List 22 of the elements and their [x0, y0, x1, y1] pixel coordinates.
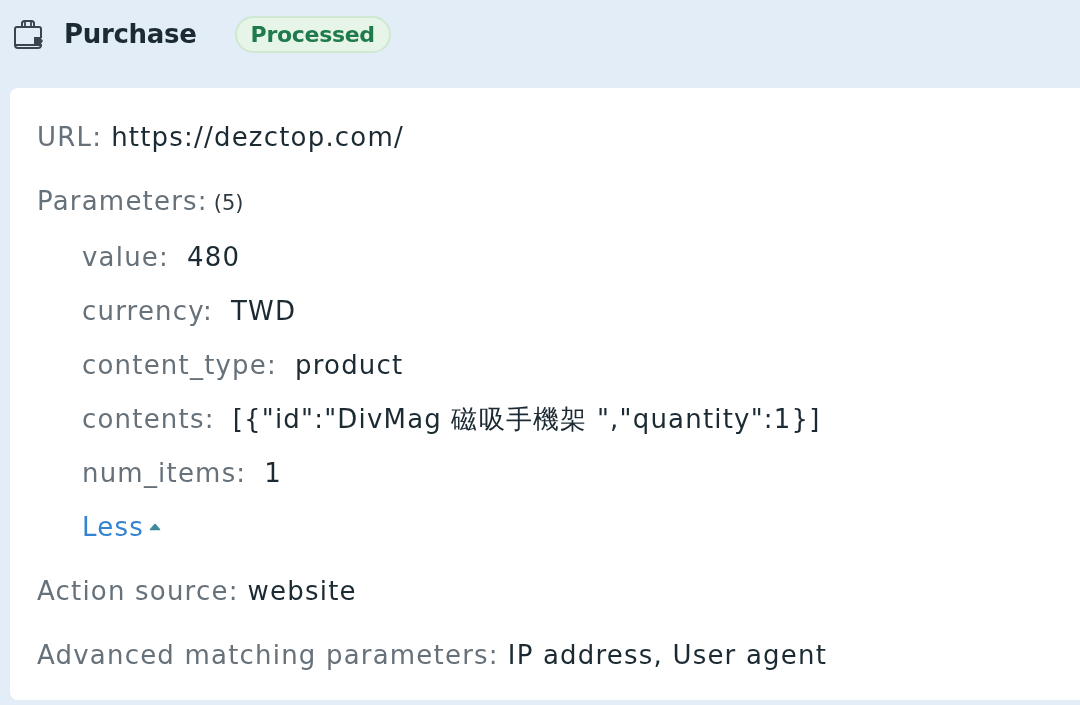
parameter-name: currency:: [82, 295, 213, 328]
field-value: https://dezctop.com/: [111, 121, 404, 154]
parameter-value: 1: [264, 457, 283, 490]
parameter-value: 480: [187, 241, 241, 274]
parameter-value: product: [295, 349, 404, 382]
parameter-name: value:: [82, 241, 169, 274]
parameter-name: content_type:: [82, 349, 277, 382]
parameter-name: contents:: [82, 403, 215, 436]
field-label: URL:: [37, 121, 103, 154]
field-value: IP address, User agent: [507, 639, 828, 672]
field-value: website: [247, 575, 357, 608]
parameter-value: TWD: [230, 295, 297, 328]
parameter-value: [{"id":"DivMag 磁吸手機架 ","quantity":1}]: [232, 403, 821, 436]
less-link[interactable]: Less: [82, 510, 161, 544]
field-label: Action source:: [37, 575, 239, 608]
parameter-count: (5): [213, 190, 244, 217]
field-label: Parameters:: [37, 185, 208, 218]
event-title: Purchase: [64, 19, 197, 49]
status-badge: Processed: [234, 15, 391, 53]
field-label: Advanced matching parameters:: [37, 639, 499, 672]
shopping-bag-icon: [12, 18, 44, 50]
parameter-name: num_items:: [82, 457, 247, 490]
